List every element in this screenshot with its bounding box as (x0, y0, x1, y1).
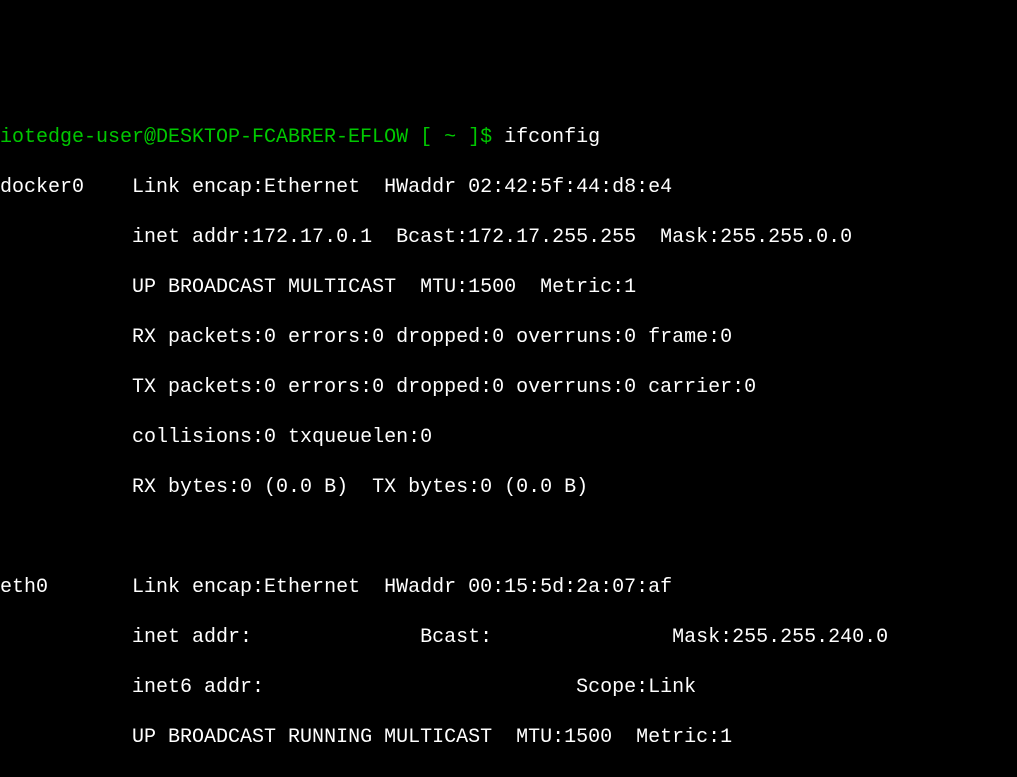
iface-detail: RX packets:23108 errors:0 dropped:0 over… (132, 776, 780, 777)
iface-name: docker0 (0, 176, 84, 199)
terminal-output: iotedge-user@DESKTOP-FCABRER-EFLOW [ ~ ]… (0, 100, 1017, 777)
prompt-command[interactable]: ifconfig (504, 126, 600, 149)
iface-detail: inet6 addr: Scope:Link (132, 676, 696, 699)
iface-line: RX packets:0 errors:0 dropped:0 overruns… (0, 325, 1017, 350)
iface-detail: collisions:0 txqueuelen:0 (132, 426, 432, 449)
prompt-path: [ ~ ]$ (408, 126, 504, 149)
iface-detail: inet addr:172.17.0.1 Bcast:172.17.255.25… (132, 226, 852, 249)
iface-detail: inet addr: Bcast: Mask:255.255.240.0 (132, 626, 888, 649)
prompt-user-host: iotedge-user@DESKTOP-FCABRER-EFLOW (0, 126, 408, 149)
iface-detail: RX bytes:0 (0.0 B) TX bytes:0 (0.0 B) (132, 476, 588, 499)
iface-detail: UP BROADCAST MULTICAST MTU:1500 Metric:1 (132, 276, 636, 299)
iface-line: inet addr: Bcast: Mask:255.255.240.0 (0, 625, 1017, 650)
iface-detail: Link encap:Ethernet HWaddr 02:42:5f:44:d… (132, 176, 672, 199)
iface-detail: TX packets:0 errors:0 dropped:0 overruns… (132, 376, 756, 399)
iface-line: docker0 Link encap:Ethernet HWaddr 02:42… (0, 175, 1017, 200)
iface-detail: Link encap:Ethernet HWaddr 00:15:5d:2a:0… (132, 576, 672, 599)
iface-detail: UP BROADCAST RUNNING MULTICAST MTU:1500 … (132, 726, 732, 749)
iface-line: RX packets:23108 errors:0 dropped:0 over… (0, 775, 1017, 777)
iface-line: eth0 Link encap:Ethernet HWaddr 00:15:5d… (0, 575, 1017, 600)
iface-line: collisions:0 txqueuelen:0 (0, 425, 1017, 450)
iface-line: RX bytes:0 (0.0 B) TX bytes:0 (0.0 B) (0, 475, 1017, 500)
prompt-line: iotedge-user@DESKTOP-FCABRER-EFLOW [ ~ ]… (0, 125, 1017, 150)
iface-line: UP BROADCAST RUNNING MULTICAST MTU:1500 … (0, 725, 1017, 750)
iface-detail: RX packets:0 errors:0 dropped:0 overruns… (132, 326, 732, 349)
iface-line: inet addr:172.17.0.1 Bcast:172.17.255.25… (0, 225, 1017, 250)
iface-name: eth0 (0, 576, 48, 599)
blank-line (0, 525, 1017, 550)
iface-line: UP BROADCAST MULTICAST MTU:1500 Metric:1 (0, 275, 1017, 300)
iface-line: inet6 addr: Scope:Link (0, 675, 1017, 700)
iface-line: TX packets:0 errors:0 dropped:0 overruns… (0, 375, 1017, 400)
